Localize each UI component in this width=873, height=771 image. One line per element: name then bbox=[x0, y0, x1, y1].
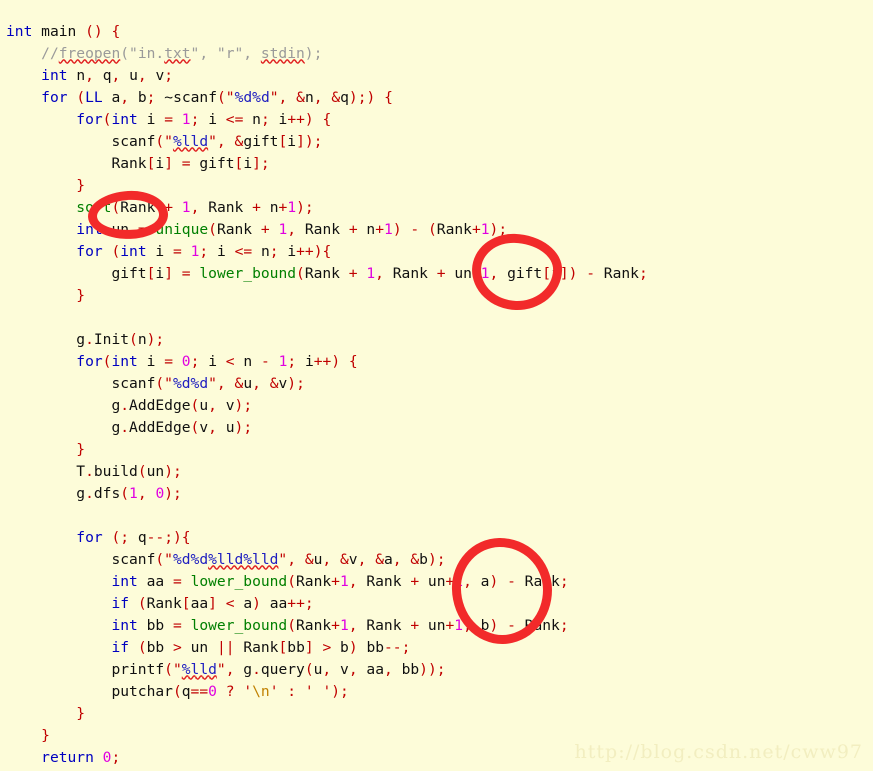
code-line: for(int i = 1; i <= n; i++) { bbox=[76, 110, 332, 128]
code-line: int aa = lower_bound(Rank+1, Rank + un+1… bbox=[111, 572, 569, 590]
code-line: for(int i = 0; i < n - 1; i++) { bbox=[76, 352, 358, 370]
code-line: g.AddEdge(v, u); bbox=[111, 418, 253, 436]
code-line: for (int i = 1; i <= n; i++){ bbox=[76, 242, 332, 260]
code-line: g.AddEdge(u, v); bbox=[111, 396, 253, 414]
code-line: } bbox=[76, 704, 86, 722]
code-line: g.dfs(1, 0); bbox=[76, 484, 182, 502]
watermark-url: http://blog.csdn.net/cww97 bbox=[574, 741, 863, 763]
code-line: printf("%lld", g.query(u, v, aa, bb)); bbox=[111, 660, 446, 678]
code-line: gift[i] = lower_bound(Rank + 1, Rank + u… bbox=[111, 264, 648, 282]
code-screenshot: int main () { //freopen("in.txt", "r", s… bbox=[0, 0, 873, 771]
code-line: int un = unique(Rank + 1, Rank + n+1) - … bbox=[76, 220, 508, 238]
code-line: g.Init(n); bbox=[76, 330, 165, 348]
code-line: for (LL a, b; ~scanf("%d%d", &n, &q);) { bbox=[41, 88, 393, 106]
code-line: if (bb > un || Rank[bb] > b) bb--; bbox=[111, 638, 411, 656]
code-line: } bbox=[76, 176, 86, 194]
code-line: if (Rank[aa] < a) aa++; bbox=[111, 594, 314, 612]
code-line: scanf("%d%d%lld%lld", &u, &v, &a, &b); bbox=[111, 550, 446, 568]
code-line: int bb = lower_bound(Rank+1, Rank + un+1… bbox=[111, 616, 569, 634]
code-editor-text[interactable]: int main () { //freopen("in.txt", "r", s… bbox=[6, 21, 866, 771]
code-line: scanf("%d%d", &u, &v); bbox=[111, 374, 305, 392]
code-line: scanf("%lld", &gift[i]); bbox=[111, 132, 323, 150]
code-line: sort(Rank + 1, Rank + n+1); bbox=[76, 198, 314, 216]
code-line: int main () { bbox=[6, 22, 121, 40]
code-line: T.build(un); bbox=[76, 462, 182, 480]
code-line: //freopen("in.txt", "r", stdin); bbox=[41, 44, 323, 62]
code-line: } bbox=[76, 286, 86, 304]
code-line: putchar(q==0 ? '\n' : ' '); bbox=[111, 682, 349, 700]
code-line: Rank[i] = gift[i]; bbox=[111, 154, 270, 172]
code-line: for (; q--;){ bbox=[76, 528, 191, 546]
code-line: int n, q, u, v; bbox=[41, 66, 174, 84]
code-line: } bbox=[76, 440, 86, 458]
